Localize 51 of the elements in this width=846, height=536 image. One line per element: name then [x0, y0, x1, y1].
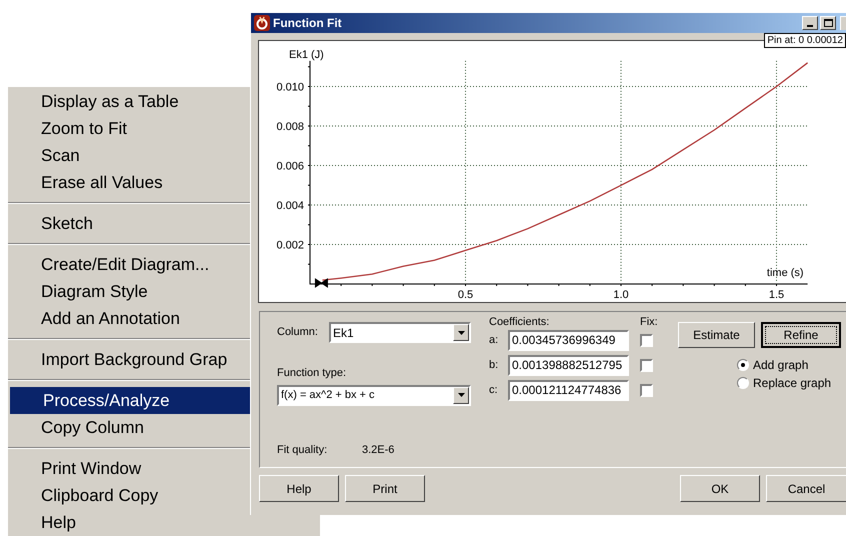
function-type-dropdown[interactable]: f(x) = ax^2 + bx + c — [277, 384, 471, 406]
coefficient-label: c: — [489, 382, 499, 398]
x-tick-label: 0.5 — [458, 289, 474, 301]
minimize-icon — [807, 25, 813, 27]
dialog-button[interactable]: Help — [259, 475, 339, 502]
coefficient-label: b: — [489, 358, 500, 373]
fit-quality-label: Fit quality: — [277, 442, 328, 458]
x-tick-label: 1.0 — [613, 289, 629, 301]
maximize-icon — [824, 19, 832, 27]
coefficient-label: a: — [489, 332, 500, 348]
y-tick-label: 0.008 — [276, 121, 304, 133]
y-axis-label: Ek1 (J) — [289, 49, 324, 61]
x-tick-label: 1.5 — [768, 289, 784, 301]
menu-item[interactable]: Help — [8, 509, 320, 536]
y-tick-label: 0.004 — [276, 200, 304, 212]
x-axis-label: time (s) — [766, 267, 804, 279]
column-dropdown[interactable]: Ek1 — [329, 322, 471, 343]
window-title: Function Fit — [273, 15, 342, 32]
y-tick-label: 0.002 — [276, 240, 304, 252]
y-tick-label: 0.010 — [276, 82, 304, 94]
y-tick-label: 0.006 — [276, 160, 304, 172]
dialog-button[interactable]: OK — [680, 475, 760, 502]
maximize-button[interactable] — [820, 16, 836, 30]
pin-readout: Pin at: 0 0.00012 — [764, 33, 846, 48]
estimate-button[interactable]: Estimate — [678, 322, 755, 348]
caret-icon — [458, 393, 464, 397]
radio-button[interactable] — [737, 377, 749, 389]
fix-label: Fix: — [640, 315, 659, 330]
coefficient-field[interactable]: 0.00345736996349 — [508, 330, 629, 350]
fix-checkbox[interactable] — [640, 334, 653, 346]
coefficient-field[interactable]: 0.001398882512795 — [508, 354, 629, 376]
fix-checkbox[interactable] — [640, 358, 653, 372]
radio-label: Add graph — [753, 357, 808, 374]
refine-button[interactable]: Refine — [761, 322, 841, 348]
column-label: Column: — [277, 325, 319, 340]
radio-label: Replace graph — [753, 375, 832, 392]
minimize-button[interactable] — [802, 16, 818, 30]
function-type-label: Function type: — [277, 366, 348, 381]
caret-icon — [458, 330, 464, 334]
fix-checkbox[interactable] — [640, 384, 653, 396]
app-logo-icon — [254, 15, 270, 31]
dropdown-value: Ek1 — [333, 324, 354, 342]
radio-button[interactable] — [737, 359, 749, 371]
coefficient-field[interactable]: 0.000121124774836 — [508, 380, 629, 400]
fit-quality-value: 3.2E-6 — [362, 442, 394, 458]
pin-marker-icon[interactable] — [314, 278, 328, 288]
coefficients-label: Coefficients: — [489, 315, 550, 330]
dialog-button[interactable]: Print — [345, 475, 425, 502]
dropdown-arrow-button[interactable] — [453, 324, 469, 341]
dropdown-arrow-button[interactable] — [453, 386, 469, 404]
dialog-button[interactable]: Cancel — [766, 475, 846, 502]
